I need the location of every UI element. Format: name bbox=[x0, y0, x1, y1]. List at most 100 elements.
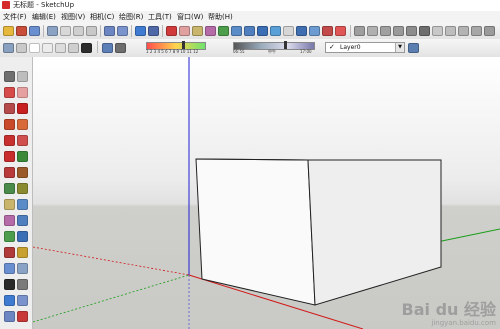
scale-icon[interactable] bbox=[4, 183, 15, 194]
shaded-textures-icon[interactable] bbox=[68, 43, 79, 53]
tape-measure-icon[interactable] bbox=[192, 26, 203, 36]
menu-file[interactable]: 文件(F) bbox=[3, 11, 27, 23]
push-pull-icon[interactable] bbox=[17, 151, 28, 162]
freehand-icon[interactable] bbox=[17, 135, 28, 146]
circle-icon[interactable] bbox=[4, 119, 15, 130]
orbit-icon[interactable] bbox=[16, 26, 27, 36]
scenes-icon[interactable] bbox=[406, 26, 417, 36]
menu-edit[interactable]: 编辑(E) bbox=[32, 11, 56, 23]
time-end-label: 17:00 bbox=[300, 49, 312, 54]
protractor-icon[interactable] bbox=[4, 215, 15, 226]
line-icon[interactable] bbox=[17, 103, 28, 114]
back-edges-icon[interactable] bbox=[16, 43, 27, 53]
text-icon[interactable] bbox=[244, 26, 255, 36]
menu-window[interactable]: 窗口(W) bbox=[177, 11, 203, 23]
zoom-icon[interactable] bbox=[4, 263, 15, 274]
layers-icon[interactable] bbox=[393, 26, 404, 36]
pan-icon[interactable] bbox=[29, 26, 40, 36]
green-axis-negative bbox=[33, 274, 190, 323]
rectangle-icon[interactable] bbox=[4, 103, 15, 114]
protractor-icon[interactable] bbox=[205, 26, 216, 36]
arc-icon[interactable] bbox=[17, 119, 28, 130]
toolbar-separator bbox=[100, 25, 101, 37]
toolbar-separator bbox=[162, 25, 163, 37]
walk-icon[interactable] bbox=[4, 311, 15, 322]
component-icon[interactable] bbox=[17, 71, 28, 82]
walk-icon[interactable] bbox=[104, 26, 115, 36]
scene-canvas[interactable] bbox=[33, 57, 500, 329]
offset-icon[interactable] bbox=[17, 183, 28, 194]
materials-icon[interactable] bbox=[367, 26, 378, 36]
next-view-icon[interactable] bbox=[86, 26, 97, 36]
offset-icon[interactable] bbox=[335, 26, 346, 36]
paint-bucket-icon[interactable] bbox=[166, 26, 177, 36]
shadow-time-thumb[interactable] bbox=[284, 41, 287, 49]
position-camera-icon[interactable] bbox=[135, 26, 146, 36]
menu-camera[interactable]: 相机(C) bbox=[90, 11, 114, 23]
eraser-icon[interactable] bbox=[179, 26, 190, 36]
follow-me-icon[interactable] bbox=[17, 167, 28, 178]
pan-icon[interactable] bbox=[17, 247, 28, 258]
scale-icon[interactable] bbox=[322, 26, 333, 36]
monochrome-icon[interactable] bbox=[81, 43, 92, 53]
layer-dropdown[interactable]: ✓ Layer0 ▼ bbox=[325, 42, 405, 53]
look-around-icon[interactable] bbox=[117, 26, 128, 36]
3d-text-icon[interactable] bbox=[17, 231, 28, 242]
display-shadows-icon[interactable] bbox=[115, 43, 126, 53]
styles-icon[interactable] bbox=[380, 26, 391, 36]
move-icon[interactable] bbox=[270, 26, 281, 36]
fog-icon[interactable] bbox=[432, 26, 443, 36]
select-icon[interactable] bbox=[4, 71, 15, 82]
components-icon[interactable] bbox=[354, 26, 365, 36]
rotate-icon[interactable] bbox=[296, 26, 307, 36]
section-icon[interactable] bbox=[17, 311, 28, 322]
outliner-icon[interactable] bbox=[471, 26, 482, 36]
chevron-down-icon[interactable]: ▼ bbox=[395, 43, 404, 52]
prev-view-icon[interactable] bbox=[73, 26, 84, 36]
move-icon[interactable] bbox=[4, 151, 15, 162]
layer-manager-icon[interactable] bbox=[408, 43, 419, 53]
push-pull-icon[interactable] bbox=[283, 26, 294, 36]
shadow-month-ticks: 1 2 3 4 5 6 7 8 9 10 11 12 bbox=[146, 49, 199, 54]
menu-draw[interactable]: 绘图(R) bbox=[119, 11, 143, 23]
zoom-window-icon[interactable] bbox=[17, 263, 28, 274]
select-icon[interactable] bbox=[3, 26, 14, 36]
position-camera-icon[interactable] bbox=[4, 295, 15, 306]
zoom-icon[interactable] bbox=[47, 26, 58, 36]
menu-tools[interactable]: 工具(T) bbox=[148, 11, 172, 23]
paint-icon[interactable] bbox=[4, 87, 15, 98]
box-side-face[interactable] bbox=[307, 159, 442, 306]
menu-view[interactable]: 视图(V) bbox=[61, 11, 85, 23]
zoom-extents-icon[interactable] bbox=[4, 279, 15, 290]
drawing-viewport[interactable]: Bai du 经验 jingyan.baidu.com bbox=[33, 57, 500, 329]
soften-icon[interactable] bbox=[458, 26, 469, 36]
match-photo-icon[interactable] bbox=[445, 26, 456, 36]
shadow-month-thumb[interactable] bbox=[181, 41, 185, 49]
shadows-icon[interactable] bbox=[419, 26, 430, 36]
orbit-icon[interactable] bbox=[4, 247, 15, 258]
look-around-icon[interactable] bbox=[17, 295, 28, 306]
hidden-line-icon[interactable] bbox=[42, 43, 53, 53]
rotate-icon[interactable] bbox=[4, 167, 15, 178]
axes-icon[interactable] bbox=[4, 231, 15, 242]
dimension-icon[interactable] bbox=[231, 26, 242, 36]
text-icon[interactable] bbox=[17, 215, 28, 226]
previous-icon[interactable] bbox=[17, 279, 28, 290]
menu-help[interactable]: 帮助(H) bbox=[208, 11, 233, 23]
eraser-icon[interactable] bbox=[17, 87, 28, 98]
wireframe-icon[interactable] bbox=[29, 43, 40, 53]
xray-icon[interactable] bbox=[3, 43, 14, 53]
tape-measure-icon[interactable] bbox=[4, 199, 15, 210]
follow-me-icon[interactable] bbox=[309, 26, 320, 36]
shadow-settings-icon[interactable] bbox=[102, 43, 113, 53]
entity-info-icon[interactable] bbox=[484, 26, 495, 36]
axes-icon[interactable] bbox=[218, 26, 229, 36]
zoom-extents-icon[interactable] bbox=[60, 26, 71, 36]
baidu-jingyan-watermark: Bai du 经验 jingyan.baidu.com bbox=[402, 301, 496, 328]
shaded-icon[interactable] bbox=[55, 43, 66, 53]
polygon-icon[interactable] bbox=[4, 135, 15, 146]
3d-text-icon[interactable] bbox=[257, 26, 268, 36]
section-plane-icon[interactable] bbox=[148, 26, 159, 36]
red-axis-negative bbox=[33, 246, 190, 276]
dimension-icon[interactable] bbox=[17, 199, 28, 210]
